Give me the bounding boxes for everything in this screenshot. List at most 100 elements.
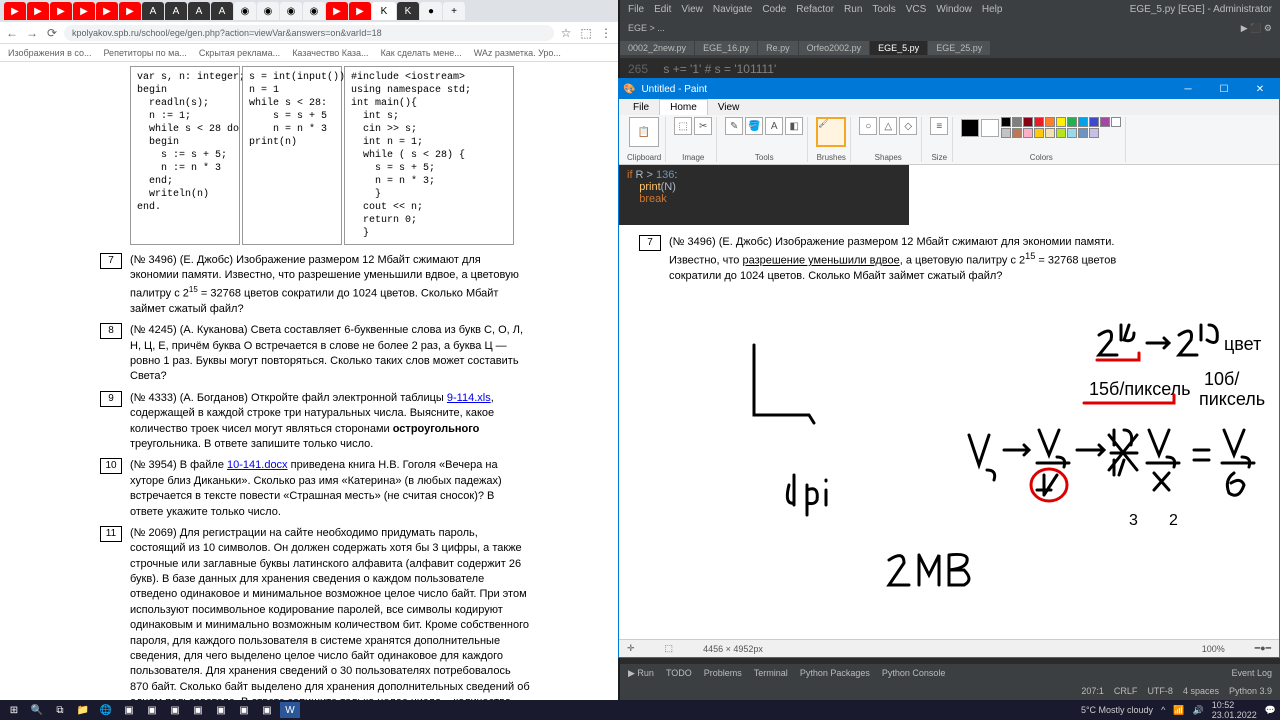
menu-item[interactable]: Navigate: [713, 4, 752, 15]
tool-tab[interactable]: Problems: [704, 668, 742, 678]
shape[interactable]: △: [879, 117, 897, 135]
browser-tab[interactable]: ●: [420, 2, 442, 20]
paste-button[interactable]: 📋: [629, 117, 659, 147]
new-tab-button[interactable]: +: [443, 2, 465, 20]
bookmark[interactable]: WAz разметка. Уро...: [474, 48, 561, 58]
menu-item[interactable]: VCS: [906, 4, 927, 15]
browser-tab[interactable]: ▶: [50, 2, 72, 20]
menu-item[interactable]: Help: [982, 4, 1003, 15]
app-icon[interactable]: ▣: [188, 702, 208, 718]
crop-button[interactable]: ✂: [694, 117, 712, 135]
color-swatch[interactable]: [1078, 128, 1088, 138]
shape[interactable]: ○: [859, 117, 877, 135]
search-icon[interactable]: 🔍: [27, 702, 47, 718]
tray-icon[interactable]: ^: [1161, 705, 1165, 715]
color-swatch[interactable]: [1100, 117, 1110, 127]
bookmark[interactable]: Казачество Каза...: [292, 48, 368, 58]
brushes-button[interactable]: 🖌: [816, 117, 846, 147]
chrome-icon[interactable]: 🌐: [96, 702, 116, 718]
color-swatch[interactable]: [1034, 117, 1044, 127]
bookmark[interactable]: Изображения в со...: [8, 48, 91, 58]
browser-tab[interactable]: ▶: [27, 2, 49, 20]
file-link[interactable]: 9-114.xls: [447, 392, 491, 404]
bookmark[interactable]: Репетиторы по ма...: [103, 48, 186, 58]
app-icon[interactable]: ▣: [257, 702, 277, 718]
color1[interactable]: [961, 119, 979, 137]
minimize-button[interactable]: ─: [1173, 80, 1203, 98]
menu-item[interactable]: Tools: [872, 4, 895, 15]
browser-tab[interactable]: K: [397, 2, 419, 20]
editor-tab[interactable]: Orfeo2002.py: [799, 41, 870, 55]
event-log[interactable]: Event Log: [1231, 668, 1272, 678]
eraser-tool[interactable]: ◧: [785, 117, 803, 135]
browser-tab[interactable]: ▶: [349, 2, 371, 20]
color-swatch[interactable]: [1111, 117, 1121, 127]
browser-tab[interactable]: ▶: [4, 2, 26, 20]
maximize-button[interactable]: ☐: [1209, 80, 1239, 98]
menu-item[interactable]: File: [628, 4, 644, 15]
task-view-icon[interactable]: ⧉: [50, 702, 70, 718]
editor-tab[interactable]: EGE_16.py: [695, 41, 757, 55]
menu-icon[interactable]: ⋮: [598, 25, 614, 41]
size-button[interactable]: ≡: [930, 117, 948, 135]
browser-tab[interactable]: ▶: [119, 2, 141, 20]
browser-tab[interactable]: A: [165, 2, 187, 20]
color-swatch[interactable]: [1001, 128, 1011, 138]
bookmark[interactable]: Скрытая реклама...: [199, 48, 280, 58]
app-icon[interactable]: ▣: [211, 702, 231, 718]
tool-tab[interactable]: Terminal: [754, 668, 788, 678]
star-icon[interactable]: ☆: [558, 25, 574, 41]
menu-item[interactable]: Code: [762, 4, 786, 15]
menu-item[interactable]: View: [681, 4, 703, 15]
back-button[interactable]: ←: [4, 25, 20, 41]
browser-tab[interactable]: ▶: [96, 2, 118, 20]
text-tool[interactable]: A: [765, 117, 783, 135]
color-swatch[interactable]: [1023, 128, 1033, 138]
browser-tab[interactable]: A: [142, 2, 164, 20]
paint-canvas[interactable]: if R > 136: print(N) break 7 (№ 3496) (Е…: [619, 165, 1279, 655]
tab-home[interactable]: Home: [659, 99, 708, 115]
menu-item[interactable]: Window: [936, 4, 972, 15]
select-button[interactable]: ⬚: [674, 117, 692, 135]
menu-item[interactable]: Refactor: [796, 4, 834, 15]
forward-button[interactable]: →: [24, 25, 40, 41]
menu-item[interactable]: Run: [844, 4, 862, 15]
browser-tab[interactable]: ◉: [234, 2, 256, 20]
color-swatch[interactable]: [1045, 117, 1055, 127]
notifications-icon[interactable]: 💬: [1265, 705, 1276, 716]
tab-file[interactable]: File: [623, 100, 659, 115]
clock[interactable]: 10:5223.01.2022: [1212, 700, 1257, 720]
color-swatch[interactable]: [1001, 117, 1011, 127]
word-icon[interactable]: W: [280, 702, 300, 718]
shape[interactable]: ◇: [899, 117, 917, 135]
tool-tab[interactable]: ▶ Run: [628, 668, 654, 679]
browser-tab[interactable]: ◉: [257, 2, 279, 20]
zoom-slider[interactable]: ━●━: [1255, 643, 1271, 654]
color-swatch[interactable]: [1078, 117, 1088, 127]
app-icon[interactable]: ▣: [165, 702, 185, 718]
color2[interactable]: [981, 119, 999, 137]
app-icon[interactable]: ▣: [234, 702, 254, 718]
editor-tab-active[interactable]: EGE_5.py: [870, 41, 927, 55]
menu-item[interactable]: Edit: [654, 4, 671, 15]
fill-tool[interactable]: 🪣: [745, 117, 763, 135]
color-swatch[interactable]: [1067, 117, 1077, 127]
close-button[interactable]: ✕: [1245, 80, 1275, 98]
browser-tab[interactable]: A: [188, 2, 210, 20]
browser-tab[interactable]: ▶: [326, 2, 348, 20]
app-icon[interactable]: ▣: [142, 702, 162, 718]
start-button[interactable]: ⊞: [4, 702, 24, 718]
color-swatch[interactable]: [1045, 128, 1055, 138]
browser-tab[interactable]: ▶: [73, 2, 95, 20]
color-swatch[interactable]: [1023, 117, 1033, 127]
volume-icon[interactable]: 🔊: [1193, 705, 1204, 716]
color-swatch[interactable]: [1056, 128, 1066, 138]
color-swatch[interactable]: [1089, 117, 1099, 127]
browser-tab[interactable]: ◉: [303, 2, 325, 20]
color-swatch[interactable]: [1056, 117, 1066, 127]
tool-tab[interactable]: Python Packages: [800, 668, 870, 678]
extension-icon[interactable]: ⬚: [578, 25, 594, 41]
color-swatch[interactable]: [1012, 128, 1022, 138]
color-swatch[interactable]: [1089, 128, 1099, 138]
color-swatch[interactable]: [1034, 128, 1044, 138]
